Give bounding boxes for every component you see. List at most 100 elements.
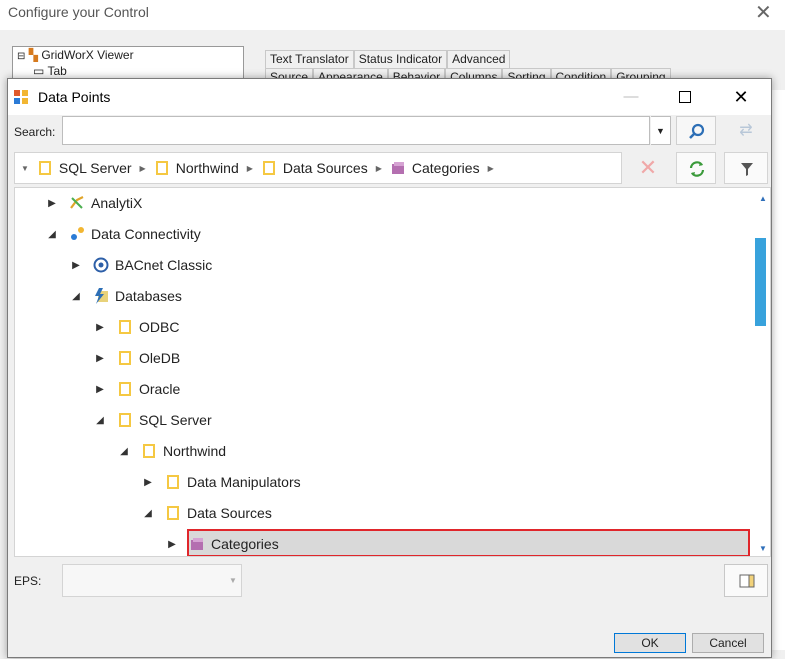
tree-item-odbc[interactable]: ▶ ODBC	[93, 313, 179, 341]
tree-item-categories[interactable]: ▶ Categories	[165, 530, 279, 556]
tree-item-label: OleDB	[139, 350, 181, 366]
folder-icon	[119, 382, 131, 396]
breadcrumb-item-categories[interactable]: Categories	[390, 160, 480, 176]
folder-icon	[119, 351, 131, 365]
tree-item-sql-server[interactable]: ◢ SQL Server	[93, 406, 212, 434]
search-icon	[689, 123, 705, 139]
chevron-down-icon[interactable]: ▼	[229, 576, 237, 585]
breadcrumb-item-sql-server[interactable]: SQL Server	[37, 160, 132, 176]
chevron-down-icon[interactable]: ▼	[21, 164, 29, 173]
breadcrumb-item-northwind[interactable]: Northwind	[154, 160, 239, 176]
tree-item-data-connectivity[interactable]: ◢ Data Connectivity	[45, 220, 201, 248]
chevron-right-icon[interactable]: ▶	[247, 164, 253, 173]
close-icon[interactable]: ✕	[755, 0, 772, 25]
search-button[interactable]	[676, 116, 716, 145]
data-source-icon	[391, 162, 404, 174]
eps-panel-button[interactable]	[724, 564, 768, 597]
search-label: Search:	[14, 125, 56, 139]
tree-item-label: Categories	[211, 536, 279, 552]
tree-item-label: GridWorX Viewer	[41, 48, 134, 62]
tree-item-oracle[interactable]: ▶ Oracle	[93, 375, 180, 403]
data-connectivity-icon	[71, 227, 84, 240]
collapse-arrow-icon[interactable]: ◢	[45, 229, 59, 240]
maximize-icon	[679, 91, 691, 103]
tree-item-tab[interactable]: ▭ Tab	[13, 63, 243, 79]
bacnet-icon	[93, 257, 109, 273]
expand-arrow-icon[interactable]: ▶	[93, 322, 107, 333]
expand-arrow-icon[interactable]: ▶	[45, 198, 59, 209]
chevron-right-icon[interactable]: ▶	[488, 164, 494, 173]
expand-arrow-icon[interactable]: ▶	[93, 384, 107, 395]
tree-item-analytix[interactable]: ▶ AnalytiX	[45, 189, 142, 217]
tree-item-label: Data Connectivity	[91, 226, 201, 242]
maximize-button[interactable]	[662, 84, 708, 110]
swap-icon[interactable]: ⇄	[726, 116, 766, 145]
breadcrumb-item-data-sources[interactable]: Data Sources	[261, 160, 368, 176]
filter-button[interactable]	[724, 152, 768, 184]
breadcrumb-label: Data Sources	[282, 160, 368, 176]
side-panel	[770, 90, 785, 650]
expand-arrow-icon[interactable]: ▶	[165, 539, 179, 550]
collapse-arrow-icon[interactable]: ◢	[69, 291, 83, 302]
tab-strip-top: Text Translator Status Indicator Advance…	[265, 50, 511, 68]
tree-item-label: Tab	[47, 64, 67, 78]
tree-item-bacnet-classic[interactable]: ▶ BACnet Classic	[69, 251, 212, 279]
breadcrumb-label: Categories	[411, 160, 480, 176]
minimize-button[interactable]: —	[608, 84, 654, 110]
clear-selection-icon[interactable]: ✕	[628, 152, 668, 184]
folder-icon	[155, 161, 168, 175]
folder-icon	[167, 506, 179, 520]
ok-button[interactable]: OK	[614, 633, 686, 653]
tree-item-label: Data Sources	[187, 505, 272, 521]
tab-advanced[interactable]: Advanced	[447, 50, 511, 68]
collapse-arrow-icon[interactable]: ◢	[141, 508, 155, 519]
tree-item-label: BACnet Classic	[115, 257, 213, 273]
tree-item-data-sources[interactable]: ◢ Data Sources	[141, 499, 272, 527]
cancel-button[interactable]: Cancel	[692, 633, 764, 653]
breadcrumb: ▼ SQL Server ▶ Northwind ▶ Data Sources …	[14, 152, 622, 184]
chevron-right-icon[interactable]: ▶	[140, 164, 146, 173]
collapse-arrow-icon[interactable]: ◢	[93, 415, 107, 426]
scroll-up-icon[interactable]: ▲	[759, 194, 767, 203]
expand-arrow-icon[interactable]: ▶	[93, 353, 107, 364]
search-history-dropdown[interactable]: ▼	[651, 116, 671, 145]
eps-field[interactable]	[62, 564, 242, 597]
folder-icon: ▭	[33, 64, 45, 78]
folder-icon	[167, 475, 179, 489]
breadcrumb-label: SQL Server	[58, 160, 132, 176]
close-button[interactable]: ✕	[718, 84, 764, 110]
tree-item-gridworx[interactable]: ⊟ ▚ GridWorX Viewer	[13, 47, 243, 63]
refresh-icon	[689, 161, 705, 177]
analytix-icon	[70, 196, 84, 209]
tree-item-data-manipulators[interactable]: ▶ Data Manipulators	[141, 468, 300, 496]
data-points-tree[interactable]: ▶ AnalytiX ◢ Data Connectivity ▶ BACnet …	[14, 187, 771, 557]
folder-icon	[262, 161, 275, 175]
dialog-title: Data Points	[38, 89, 111, 105]
gridworx-icon: ▚	[28, 48, 38, 62]
folder-icon	[143, 444, 155, 458]
panel-icon	[739, 574, 755, 588]
tree-item-oledb[interactable]: ▶ OleDB	[93, 344, 180, 372]
tree-item-northwind[interactable]: ◢ Northwind	[117, 437, 226, 465]
control-tree: ⊟ ▚ GridWorX Viewer ▭ Tab	[12, 46, 244, 82]
tree-item-label: Northwind	[163, 443, 227, 459]
tab-status-indicator[interactable]: Status Indicator	[353, 50, 448, 68]
search-input[interactable]	[62, 116, 650, 145]
filter-icon	[741, 163, 753, 176]
data-source-icon	[191, 538, 203, 550]
tree-item-databases[interactable]: ◢ Databases	[69, 282, 182, 310]
refresh-button[interactable]	[676, 152, 716, 184]
tab-text-translator[interactable]: Text Translator	[265, 50, 354, 68]
scroll-down-icon[interactable]: ▼	[759, 544, 767, 553]
expand-arrow-icon[interactable]: ▶	[69, 260, 83, 271]
collapse-icon[interactable]: ⊟	[17, 51, 25, 62]
chevron-right-icon[interactable]: ▶	[376, 164, 382, 173]
folder-icon	[38, 161, 51, 175]
expand-arrow-icon[interactable]: ▶	[141, 477, 155, 488]
scrollbar-thumb[interactable]	[755, 238, 766, 326]
dialog-title-bar: Data Points — ✕	[8, 79, 771, 115]
tree-item-label: ODBC	[139, 319, 180, 335]
tree-item-label: SQL Server	[139, 412, 212, 428]
collapse-arrow-icon[interactable]: ◢	[117, 446, 131, 457]
breadcrumb-label: Northwind	[175, 160, 239, 176]
